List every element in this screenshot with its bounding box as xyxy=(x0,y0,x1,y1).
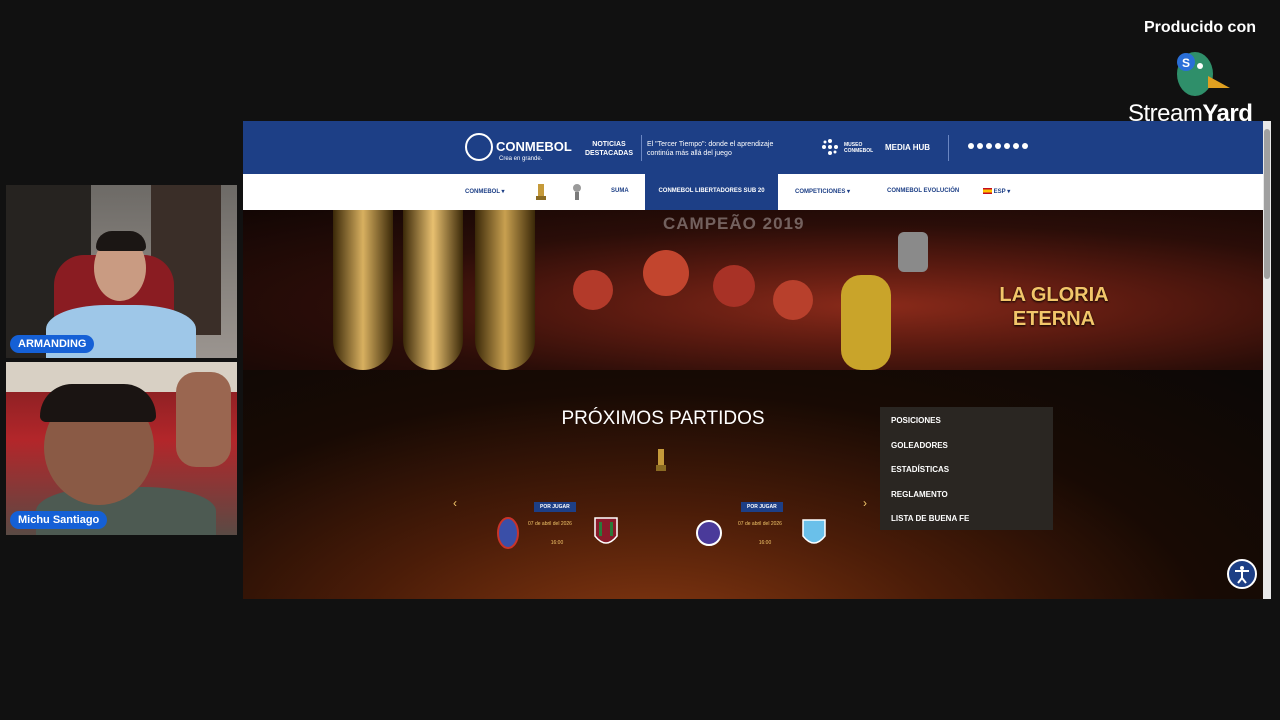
campeao-banner-text: CAMPEÃO 2019 xyxy=(663,214,805,233)
raised-hand xyxy=(176,372,231,467)
logo-tagline: Crea en grande. xyxy=(499,156,543,162)
golden-arch xyxy=(403,210,463,370)
nav-conmebol-label: CONMEBOL xyxy=(465,189,500,195)
home-team-crest-icon[interactable] xyxy=(495,516,521,550)
hero-title: LA GLORIA ETERNA xyxy=(985,283,1123,331)
language-selector[interactable]: ESP ▾ xyxy=(983,188,1010,195)
next-arrow[interactable]: › xyxy=(863,496,867,510)
celebrating-player xyxy=(573,270,613,310)
golden-arch xyxy=(333,210,393,370)
museo-conmebol-label[interactable]: MUSEO CONMEBOL xyxy=(844,142,880,154)
menu-item-reglamento[interactable]: REGLAMENTO xyxy=(891,490,948,499)
match-date: 07 de abril del 2026 xyxy=(738,521,782,527)
social-icons xyxy=(968,143,1028,149)
matches-section: PRÓXIMOS PARTIDOS ‹ › POR JUGAR 07 de ab… xyxy=(243,370,1263,599)
home-team-crest-icon[interactable] xyxy=(696,516,722,550)
libertadores-trophy-icon[interactable] xyxy=(535,182,547,202)
away-team-crest-icon[interactable] xyxy=(593,516,619,550)
match-time: 16:00 xyxy=(550,540,564,546)
prev-arrow[interactable]: ‹ xyxy=(453,496,457,510)
accessibility-figure xyxy=(1235,566,1249,584)
x-icon[interactable] xyxy=(977,143,983,149)
noticias-destacadas-label[interactable]: NOTICIAS DESTACADAS xyxy=(583,140,635,158)
nav-competiciones[interactable]: COMPETICIONES ▾ xyxy=(795,188,850,195)
trophy xyxy=(898,232,928,272)
participant-tile-armanding: ARMANDING xyxy=(6,185,237,358)
match-status-badge: POR JUGAR xyxy=(534,502,576,512)
conmebol-logo-text[interactable]: CONMEBOL xyxy=(496,139,572,154)
language-label: ESP xyxy=(993,189,1006,195)
match-date: 07 de abril del 2026 xyxy=(528,521,572,527)
hero-banner: CAMPEÃO 2019 LA GLORIA ETERNA xyxy=(243,210,1263,370)
instagram-icon[interactable] xyxy=(1004,143,1010,149)
nav-suma[interactable]: SUMA xyxy=(611,188,629,194)
celebrating-player xyxy=(713,265,755,307)
competition-dropdown-menu: POSICIONES GOLEADORES ESTADÍSTICAS REGLA… xyxy=(880,407,1053,530)
spain-flag-icon xyxy=(983,188,992,195)
menu-item-goleadores[interactable]: GOLEADORES xyxy=(891,441,948,450)
divider xyxy=(641,135,642,161)
site-topbar: CONMEBOL Crea en grande. NOTICIAS DESTAC… xyxy=(243,121,1263,174)
nav-evolucion[interactable]: CONMEBOL EVOLUCIÓN xyxy=(887,188,959,194)
hero-title-line2: ETERNA xyxy=(1012,308,1096,330)
menu-item-estadisticas[interactable]: ESTADÍSTICAS xyxy=(891,465,949,474)
matches-title: PRÓXIMOS PARTIDOS xyxy=(561,408,765,429)
nav-competiciones-label: COMPETICIONES xyxy=(795,189,846,195)
svg-text:S: S xyxy=(1182,56,1190,70)
hero-title-line1: LA GLORIA xyxy=(999,284,1109,306)
sudamericana-trophy-icon[interactable] xyxy=(571,182,583,202)
media-hub-link[interactable]: MEDIA HUB xyxy=(885,143,930,152)
linkedin-icon[interactable] xyxy=(995,143,1001,149)
celebrating-player xyxy=(643,250,689,296)
browser-scrollbar[interactable] xyxy=(1263,121,1271,599)
browser-viewport: CONMEBOL Crea en grande. NOTICIAS DESTAC… xyxy=(243,121,1263,599)
golden-arch xyxy=(475,210,535,370)
goalkeeper-player xyxy=(841,275,891,370)
match-status-badge: POR JUGAR xyxy=(741,502,783,512)
nav-libertadores-sub20[interactable]: CONMEBOL LIBERTADORES SUB 20 xyxy=(645,174,778,210)
celebrating-player xyxy=(773,280,813,320)
conmebol-logo-icon[interactable] xyxy=(465,133,493,161)
away-team-crest-icon[interactable] xyxy=(801,516,827,550)
participant-name-badge: ARMANDING xyxy=(10,335,95,353)
facebook-icon[interactable] xyxy=(968,143,974,149)
accessibility-icon[interactable] xyxy=(1227,559,1257,589)
nav-conmebol[interactable]: CONMEBOL ▾ xyxy=(465,188,505,195)
divider xyxy=(948,135,949,161)
news-headline-link[interactable]: El "Tercer Tiempo": donde el aprendizaje… xyxy=(647,140,797,158)
tiktok-icon[interactable] xyxy=(1013,143,1019,149)
menu-item-lista-buena-fe[interactable]: LISTA DE BUENA FE xyxy=(891,514,969,523)
libertadores-cup-icon xyxy=(656,449,666,471)
nav-active-label: CONMEBOL LIBERTADORES SUB 20 xyxy=(658,188,765,194)
youtube-icon[interactable] xyxy=(986,143,992,149)
produced-with-label: Producido con xyxy=(1144,19,1256,36)
menu-item-posiciones[interactable]: POSICIONES xyxy=(891,416,941,425)
whatsapp-icon[interactable] xyxy=(1022,143,1028,149)
museo-logo-icon[interactable] xyxy=(821,138,839,156)
site-navbar: CONMEBOL ▾ SUMA CONMEBOL LIBERTADORES SU… xyxy=(243,174,1263,210)
person-hair xyxy=(96,231,146,251)
participant-tile-michu: Michu Santiago xyxy=(6,362,237,535)
match-time: 16:00 xyxy=(758,540,772,546)
person-hair xyxy=(40,384,156,422)
participant-name-badge: Michu Santiago xyxy=(10,511,108,529)
scrollbar-thumb[interactable] xyxy=(1264,129,1270,279)
